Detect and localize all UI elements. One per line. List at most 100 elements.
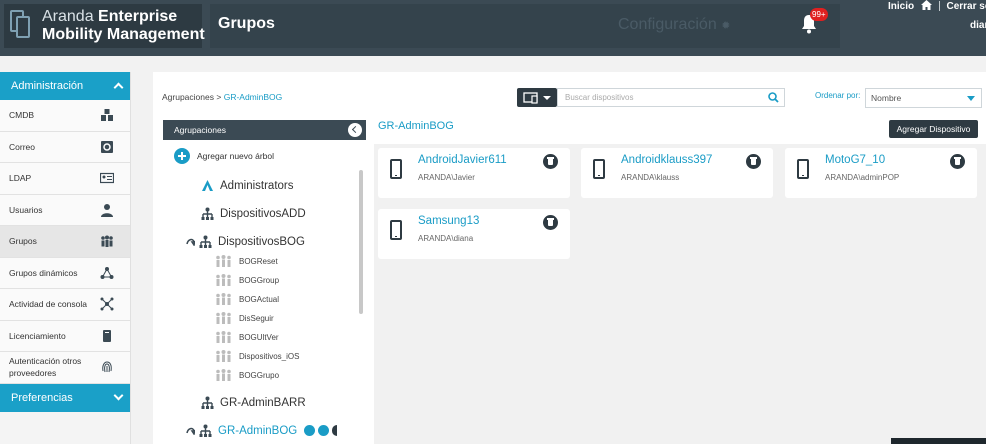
sidebar-item-grupos[interactable]: Grupos (0, 226, 130, 258)
sidebar: Administración CMDB Correo LDAP Usuarios… (0, 72, 131, 444)
smartphone-icon (797, 159, 809, 179)
device-name[interactable]: MotoG7_10 (825, 154, 885, 166)
notification-badge: 99+ (810, 8, 828, 21)
sidebar-section-admin[interactable]: Administración (0, 72, 130, 100)
device-name[interactable]: AndroidJavier611 (418, 154, 507, 166)
logo-mark-icon (10, 10, 34, 42)
app-logo[interactable]: Aranda Enterprise Mobility Management (4, 4, 205, 48)
add-tree-button[interactable]: Agregar nuevo árbol (174, 148, 274, 164)
group-members-icon (216, 293, 231, 305)
sidebar-item-licenciamiento[interactable]: Licenciamiento (0, 320, 130, 352)
trash-icon[interactable] (543, 215, 558, 230)
logo-product: Mobility Management (42, 26, 205, 43)
tree-node-dispositivosadd[interactable]: DispositivosADD (201, 207, 306, 220)
tree-child[interactable]: BOGUltVer (215, 331, 279, 343)
fingerprint-icon (102, 361, 112, 373)
id-card-icon (100, 172, 114, 184)
tree-node-administrators[interactable]: Administrators (201, 179, 294, 192)
sidebar-section-label: Administración (11, 80, 84, 92)
sidebar-item-autenticacion[interactable]: Autenticación otros proveedores (0, 352, 130, 384)
tree-node-gr-adminbarr[interactable]: GR-AdminBARR (201, 396, 306, 409)
admin-group-icon (202, 180, 213, 191)
view-toggle-button[interactable] (517, 88, 557, 107)
trash-icon[interactable] (746, 154, 761, 169)
group-members-icon (216, 312, 231, 324)
breadcrumb-root[interactable]: Agrupaciones (162, 92, 214, 102)
tree-child[interactable]: BOGReset (215, 255, 278, 267)
logo-brand: Aranda (42, 8, 94, 25)
device-card[interactable]: MotoG7_10 ARANDA\adminPOP (785, 148, 977, 198)
search-bar: Buscar dispositivos (517, 88, 785, 108)
caret-down-icon (967, 96, 975, 101)
more-actions-icon[interactable] (332, 425, 338, 436)
device-card[interactable]: AndroidJavier611 ARANDA\Javier (378, 148, 570, 198)
device-card[interactable]: Samsung13 ARANDA\diana (378, 209, 570, 259)
tree-scrollbar[interactable] (359, 170, 363, 314)
device-name[interactable]: Samsung13 (418, 215, 479, 227)
collapse-arrow-icon[interactable] (186, 426, 195, 435)
chevron-down-icon (113, 390, 124, 400)
smartphone-icon (593, 159, 605, 179)
link-separator (938, 1, 940, 12)
breadcrumb-current[interactable]: GR-AdminBOG (224, 92, 283, 102)
footer-overlay (891, 438, 986, 444)
user-icon (101, 203, 113, 217)
logout-link[interactable]: Cerrar sesi (946, 1, 986, 12)
main-content: Agrupaciones > GR-AdminBOG Buscar dispos… (153, 72, 986, 444)
group-members-icon (216, 350, 231, 362)
smartphone-icon (390, 220, 402, 240)
sidebar-item-ldap[interactable]: LDAP (0, 163, 130, 195)
tree-panel-header: Agrupaciones (163, 120, 366, 140)
chevron-up-icon (113, 82, 124, 93)
mail-icon (101, 140, 113, 153)
tree-child[interactable]: BOGGroup (215, 274, 279, 286)
tree-child[interactable]: DisSeguir (215, 312, 274, 324)
top-links: Inicio Cerrar sesi (888, 0, 986, 12)
edit-node-icon[interactable] (318, 425, 330, 436)
trash-icon[interactable] (543, 154, 558, 169)
devices-grid: AndroidJavier611 ARANDA\Javier Androidkl… (374, 144, 986, 444)
group-members-icon (216, 255, 231, 267)
search-icon[interactable] (768, 92, 779, 103)
sidebar-item-usuarios[interactable]: Usuarios (0, 194, 130, 226)
add-device-button[interactable]: Agregar Dispositivo (889, 120, 978, 138)
tree-child[interactable]: BOGActual (215, 293, 279, 305)
sidebar-item-actividad[interactable]: Actividad de consola (0, 289, 130, 321)
sidebar-section-label: Preferencias (11, 391, 73, 404)
page-title: Grupos (218, 15, 275, 32)
add-tree-label: Agregar nuevo árbol (197, 151, 275, 161)
smartphone-icon (390, 159, 402, 179)
tree-child[interactable]: Dispositivos_iOS (215, 350, 299, 362)
tree-child[interactable]: BOGGrupo (215, 369, 279, 381)
add-node-icon[interactable] (304, 425, 316, 436)
sidebar-item-cmdb[interactable]: CMDB (0, 100, 130, 132)
collapse-panel-icon[interactable] (348, 123, 362, 137)
search-input[interactable]: Buscar dispositivos (557, 88, 785, 107)
tree-node-gr-adminbog[interactable]: GR-AdminBOG (186, 424, 338, 437)
hierarchy-icon (201, 207, 214, 220)
collapse-arrow-icon[interactable] (186, 237, 195, 246)
tree-node-dispositivosbog[interactable]: DispositivosBOG (186, 235, 305, 248)
activity-icon (100, 297, 114, 311)
trash-icon[interactable] (950, 154, 965, 169)
plus-circle-icon (174, 148, 190, 164)
order-select[interactable]: Nombre (865, 88, 982, 108)
users-group-icon (101, 235, 113, 247)
device-card[interactable]: Androidklauss397 ARANDA\klauss (581, 148, 773, 198)
sidebar-item-correo[interactable]: Correo (0, 131, 130, 163)
device-user: ARANDA\diana (418, 234, 474, 243)
gear-icon: ✹ (721, 20, 731, 32)
config-menu[interactable]: Configuración ✹ (618, 16, 730, 34)
home-icon[interactable] (920, 0, 932, 10)
device-view-icon (523, 92, 551, 104)
sidebar-section-preferencias[interactable]: Preferencias (0, 383, 130, 412)
user-name[interactable]: diar (970, 20, 986, 31)
device-user: ARANDA\Javier (418, 173, 475, 182)
sidebar-item-grupos-dinamicos[interactable]: Grupos dinámicos (0, 257, 130, 289)
config-label: Configuración (618, 16, 717, 33)
cmdb-icon (101, 109, 113, 121)
device-user: ARANDA\klauss (621, 173, 680, 182)
license-icon (103, 329, 111, 342)
home-link[interactable]: Inicio (888, 1, 914, 12)
device-name[interactable]: Androidklauss397 (621, 154, 712, 166)
